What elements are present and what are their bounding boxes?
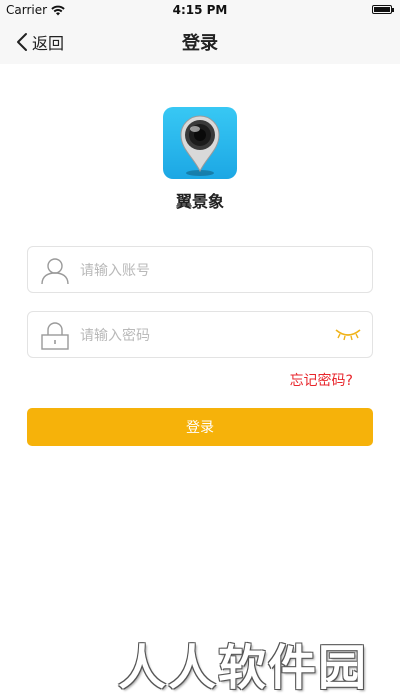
camera-pin-icon — [163, 107, 237, 179]
lock-icon — [41, 322, 69, 350]
app-name: 翼景象 — [175, 192, 224, 211]
page-title: 登录 — [182, 33, 218, 54]
user-icon — [41, 258, 69, 285]
account-input[interactable] — [78, 256, 342, 286]
password-field[interactable] — [27, 311, 373, 358]
battery-icon — [372, 5, 394, 14]
password-input[interactable] — [78, 321, 342, 351]
forgot-password-link[interactable]: 忘记密码? — [290, 370, 353, 390]
status-bar: Carrier 4:15 PM — [0, 0, 400, 20]
status-time: 4:15 PM — [172, 3, 228, 17]
login-button[interactable]: 登录 — [27, 408, 373, 446]
account-field[interactable] — [27, 246, 373, 293]
app-logo-graphic — [180, 115, 220, 176]
closed-eye-icon[interactable] — [334, 327, 362, 341]
watermark: 人人软件园 — [118, 640, 369, 696]
navigation-bar: 返回 登录 — [0, 20, 400, 64]
